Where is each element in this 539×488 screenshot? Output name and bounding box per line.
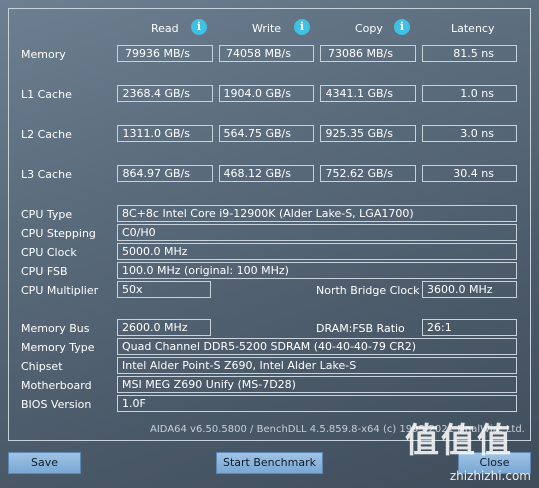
cpu-clock-label: CPU Clock xyxy=(21,246,77,259)
write-info-icon[interactable]: i xyxy=(294,19,310,35)
save-button[interactable]: Save xyxy=(8,452,81,474)
watermark-url: zhizhizhi.com xyxy=(449,469,531,483)
watermark: 值值值 zhizhizhi.com xyxy=(405,405,533,485)
watermark-logo: 值值值 xyxy=(405,421,513,461)
l2-latency-value: 3.0 ns xyxy=(422,125,517,142)
memory-bus-label: Memory Bus xyxy=(21,322,90,335)
l2-copy-value: 925.35 GB/s xyxy=(320,125,416,142)
l1-latency-value: 1.0 ns xyxy=(422,85,517,102)
cpu-type-label: CPU Type xyxy=(21,208,73,221)
l2-read-value: 1311.0 GB/s xyxy=(117,125,213,142)
header-write: Write xyxy=(252,22,282,35)
header-copy: Copy xyxy=(355,22,383,35)
l2-write-value: 564.75 GB/s xyxy=(219,125,314,142)
dram-fsb-ratio-value: 26:1 xyxy=(422,319,517,336)
l1-write-value: 1904.0 GB/s xyxy=(219,85,314,102)
cpu-stepping-value: C0/H0 xyxy=(117,224,517,241)
memory-bus-value: 2600.0 MHz xyxy=(117,319,211,336)
cpu-fsb-value: 100.0 MHz (original: 100 MHz) xyxy=(117,262,517,279)
row-label-l3: L3 Cache xyxy=(21,168,72,181)
row-label-l2: L2 Cache xyxy=(21,128,72,141)
cpu-fsb-label: CPU FSB xyxy=(21,265,68,278)
header-latency: Latency xyxy=(451,22,495,35)
motherboard-value: MSI MEG Z690 Unify (MS-7D28) xyxy=(117,376,517,393)
l3-copy-value: 752.62 GB/s xyxy=(320,165,416,182)
l1-copy-value: 4341.1 GB/s xyxy=(320,85,416,102)
nb-clock-label: North Bridge Clock xyxy=(316,284,420,297)
cpu-multiplier-value: 50x xyxy=(117,281,211,298)
row-label-l1: L1 Cache xyxy=(21,88,72,101)
row-label-memory: Memory xyxy=(21,48,66,61)
start-benchmark-button[interactable]: Start Benchmark xyxy=(216,452,323,474)
motherboard-label: Motherboard xyxy=(21,379,92,392)
cpu-type-value: 8C+8c Intel Core i9-12900K (Alder Lake-S… xyxy=(117,205,517,222)
dram-fsb-ratio-label: DRAM:FSB Ratio xyxy=(316,322,405,335)
l1-read-value: 2368.4 GB/s xyxy=(117,85,213,102)
bios-version-label: BIOS Version xyxy=(21,398,92,411)
read-info-icon[interactable]: i xyxy=(191,19,207,35)
l3-latency-value: 30.4 ns xyxy=(422,165,517,182)
nb-clock-value: 3600.0 MHz xyxy=(422,281,517,298)
l3-read-value: 864.97 GB/s xyxy=(117,165,213,182)
memory-read-value: 79936 MB/s xyxy=(117,45,213,62)
memory-write-value: 74058 MB/s xyxy=(219,45,314,62)
cpu-multiplier-label: CPU Multiplier xyxy=(21,284,99,297)
cpu-clock-value: 5000.0 MHz xyxy=(117,243,517,260)
chipset-value: Intel Alder Point-S Z690, Intel Alder La… xyxy=(117,357,517,374)
memory-copy-value: 73086 MB/s xyxy=(320,45,416,62)
header-read: Read xyxy=(151,22,179,35)
cpu-stepping-label: CPU Stepping xyxy=(21,227,96,240)
memory-type-value: Quad Channel DDR5-5200 SDRAM (40-40-40-7… xyxy=(117,338,517,355)
l3-write-value: 468.12 GB/s xyxy=(219,165,314,182)
memory-type-label: Memory Type xyxy=(21,341,95,354)
chipset-label: Chipset xyxy=(21,360,63,373)
memory-latency-value: 81.5 ns xyxy=(422,45,517,62)
copy-info-icon[interactable]: i xyxy=(394,19,410,35)
